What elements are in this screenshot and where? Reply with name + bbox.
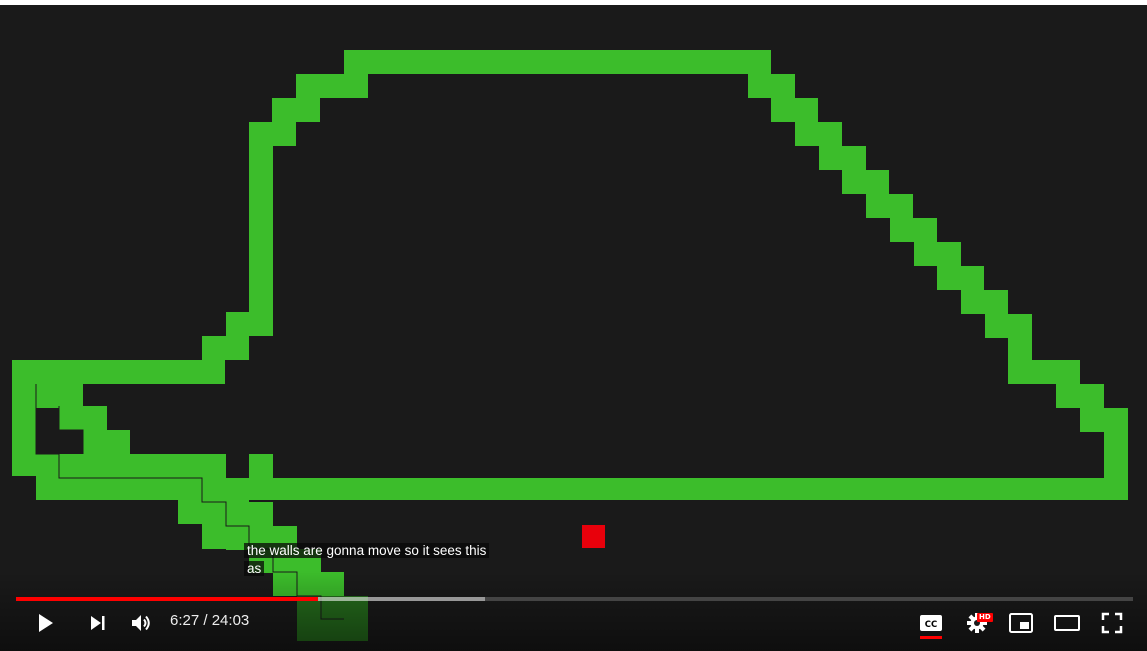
theater-mode-button[interactable] bbox=[1051, 608, 1083, 638]
time-total: 24:03 bbox=[211, 612, 250, 629]
time-separator: / bbox=[199, 612, 212, 629]
next-icon bbox=[91, 616, 105, 630]
play-icon bbox=[39, 614, 53, 632]
fullscreen-icon bbox=[1101, 612, 1123, 634]
caption-line-2: as bbox=[244, 561, 265, 576]
fullscreen-button[interactable] bbox=[1097, 608, 1127, 638]
miniplayer-icon bbox=[1009, 613, 1033, 633]
video-player[interactable]: the walls are gonna move so it sees this… bbox=[0, 5, 1147, 651]
theater-icon bbox=[1054, 615, 1080, 631]
play-button[interactable] bbox=[30, 608, 60, 638]
mute-button[interactable] bbox=[126, 608, 156, 638]
next-button[interactable] bbox=[82, 608, 112, 638]
captions-label: CC bbox=[925, 620, 937, 630]
caption-window: the walls are gonna move so it sees this… bbox=[244, 542, 490, 578]
progress-bar[interactable] bbox=[16, 597, 1133, 601]
captions-icon: CC bbox=[920, 615, 942, 631]
game-canvas bbox=[12, 50, 1128, 641]
volume-icon bbox=[132, 615, 150, 631]
hd-badge: HD bbox=[977, 613, 993, 622]
race-track bbox=[12, 50, 1128, 596]
miniplayer-button[interactable] bbox=[1006, 608, 1036, 638]
caption-line-1: the walls are gonna move so it sees this bbox=[244, 543, 490, 558]
captions-button[interactable]: CC bbox=[916, 608, 946, 638]
progress-played bbox=[16, 597, 318, 601]
captions-active-indicator bbox=[920, 636, 942, 639]
time-display: 6:27 / 24:03 bbox=[170, 612, 249, 629]
time-current: 6:27 bbox=[170, 612, 200, 629]
car-marker bbox=[582, 525, 605, 548]
